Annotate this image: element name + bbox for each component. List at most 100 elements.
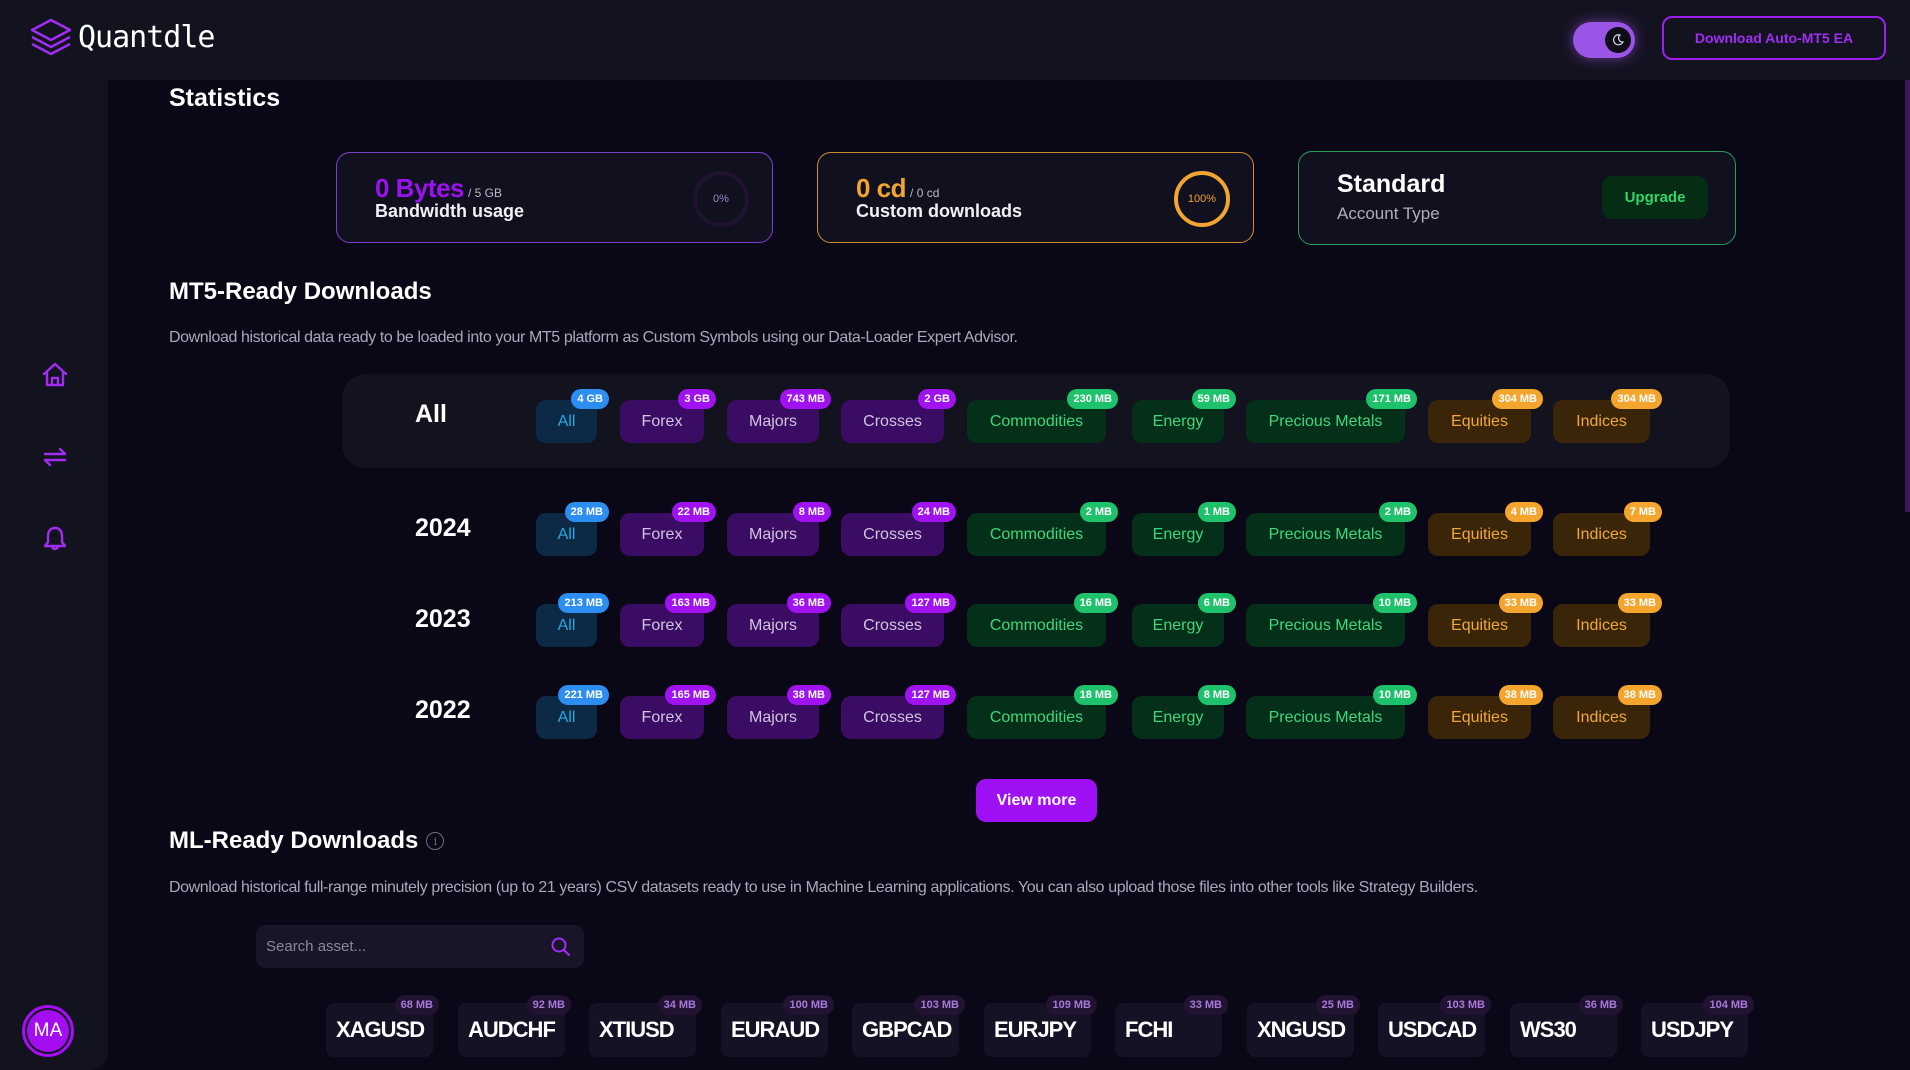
chip-label: Indices <box>1576 525 1627 543</box>
size-badge: 165 MB <box>665 685 716 705</box>
scrollbar-thumb[interactable] <box>1905 80 1910 512</box>
download-chip-majors[interactable]: Majors 36 MB <box>727 593 831 647</box>
download-chip-precious-metals[interactable]: Precious Metals 171 MB <box>1246 389 1417 443</box>
download-chip-indices[interactable]: Indices 7 MB <box>1553 502 1662 556</box>
download-chip-indices[interactable]: Indices 33 MB <box>1553 593 1662 647</box>
asset-card[interactable]: WS30 36 MB <box>1510 995 1623 1057</box>
download-chip-all[interactable]: All 221 MB <box>536 685 609 739</box>
download-chip-forex[interactable]: Forex 165 MB <box>620 685 716 739</box>
download-chip-majors[interactable]: Majors 743 MB <box>727 389 831 443</box>
chip-label: Majors <box>748 525 797 543</box>
size-badge: 36 MB <box>786 593 831 613</box>
search-icon[interactable] <box>550 936 572 958</box>
asset-name: XNGUSD <box>1257 1017 1346 1042</box>
download-chip-forex[interactable]: Forex 22 MB <box>620 502 716 556</box>
download-chip-crosses[interactable]: Crosses 2 GB <box>841 389 956 443</box>
chip-label: All <box>557 616 576 634</box>
view-more-button[interactable]: View more <box>976 779 1097 822</box>
download-chip-energy[interactable]: Energy 6 MB <box>1132 593 1236 647</box>
download-chip-all[interactable]: All 213 MB <box>536 593 609 647</box>
sidebar-item-transfer[interactable] <box>38 440 72 474</box>
asset-card[interactable]: XNGUSD 25 MB <box>1247 995 1360 1057</box>
asset-size-badge: 103 MB <box>914 995 965 1015</box>
bandwidth-card: 0 Bytes/ 5 GB Bandwidth usage 0% <box>336 152 773 243</box>
asset-card[interactable]: USDJPY 104 MB <box>1641 995 1754 1057</box>
download-chip-forex[interactable]: Forex 163 MB <box>620 593 716 647</box>
asset-size-badge: 92 MB <box>526 995 571 1015</box>
chip-label: Precious Metals <box>1268 708 1383 726</box>
account-type-label: Account Type <box>1337 204 1440 223</box>
download-chip-forex[interactable]: Forex 3 GB <box>620 389 716 443</box>
asset-name: AUDCHF <box>468 1017 556 1042</box>
bandwidth-progress-ring: 0% <box>693 171 749 227</box>
download-chip-commodities[interactable]: Commodities 16 MB <box>967 593 1118 647</box>
size-badge: 304 MB <box>1492 389 1543 409</box>
mt5-description: Download historical data ready to be loa… <box>169 329 1018 346</box>
download-chip-precious-metals[interactable]: Precious Metals 10 MB <box>1246 593 1417 647</box>
custom-downloads-used: 0 cd <box>856 173 907 203</box>
download-chip-majors[interactable]: Majors 38 MB <box>727 685 831 739</box>
asset-size-badge: 34 MB <box>657 995 702 1015</box>
download-chip-precious-metals[interactable]: Precious Metals 10 MB <box>1246 685 1417 739</box>
chip-label: Forex <box>641 616 683 634</box>
download-chip-crosses[interactable]: Crosses 127 MB <box>841 685 956 739</box>
chip-label: Indices <box>1576 412 1627 430</box>
download-chip-indices[interactable]: Indices 38 MB <box>1553 685 1662 739</box>
account-type-value: Standard <box>1337 170 1446 198</box>
sidebar-item-notifications[interactable] <box>38 522 72 556</box>
asset-size-badge: 68 MB <box>394 995 439 1015</box>
download-chip-indices[interactable]: Indices 304 MB <box>1553 389 1662 443</box>
size-badge: 24 MB <box>911 502 956 522</box>
download-chip-energy[interactable]: Energy 8 MB <box>1132 685 1236 739</box>
download-chip-precious-metals[interactable]: Precious Metals 2 MB <box>1246 502 1417 556</box>
asset-card[interactable]: FCHI 33 MB <box>1115 995 1228 1057</box>
asset-card[interactable]: EURAUD 100 MB <box>721 995 834 1057</box>
info-icon[interactable]: i <box>426 832 445 850</box>
asset-card[interactable]: XTIUSD 34 MB <box>589 995 702 1057</box>
row-label: 2024 <box>415 514 471 542</box>
asset-card[interactable]: USDCAD 103 MB <box>1378 995 1491 1057</box>
chip-label: Forex <box>641 525 683 543</box>
size-badge: 3 GB <box>678 389 716 409</box>
download-chip-majors[interactable]: Majors 8 MB <box>727 502 831 556</box>
download-chip-equities[interactable]: Equities 33 MB <box>1428 593 1543 647</box>
asset-card[interactable]: XAGUSD 68 MB <box>326 995 439 1057</box>
bandwidth-value: 0 Bytes/ 5 GB <box>375 173 502 204</box>
size-badge: 33 MB <box>1617 593 1662 613</box>
user-avatar[interactable]: MA <box>22 1005 74 1057</box>
asset-name: USDCAD <box>1388 1017 1477 1042</box>
upgrade-button[interactable]: Upgrade <box>1602 176 1708 219</box>
chip-label: Energy <box>1152 525 1204 543</box>
logo[interactable]: Quantdle <box>28 16 215 58</box>
download-chip-energy[interactable]: Energy 59 MB <box>1132 389 1236 443</box>
download-ea-button[interactable]: Download Auto-MT5 EA <box>1662 16 1886 60</box>
chip-label: Precious Metals <box>1268 525 1383 543</box>
asset-search-input[interactable] <box>266 925 536 968</box>
size-badge: 127 MB <box>905 685 956 705</box>
download-chip-equities[interactable]: Equities 38 MB <box>1428 685 1543 739</box>
sidebar-item-home[interactable] <box>38 358 72 392</box>
download-chip-equities[interactable]: Equities 4 MB <box>1428 502 1543 556</box>
asset-card[interactable]: AUDCHF 92 MB <box>458 995 571 1057</box>
download-chip-crosses[interactable]: Crosses 127 MB <box>841 593 956 647</box>
asset-name: XAGUSD <box>336 1017 425 1042</box>
size-badge: 127 MB <box>905 593 956 613</box>
asset-card[interactable]: EURJPY 109 MB <box>984 995 1097 1057</box>
transfer-icon <box>43 447 67 467</box>
download-chip-energy[interactable]: Energy 1 MB <box>1132 502 1236 556</box>
download-chip-equities[interactable]: Equities 304 MB <box>1428 389 1543 443</box>
theme-toggle[interactable] <box>1573 22 1635 58</box>
size-badge: 10 MB <box>1372 593 1417 613</box>
download-chip-commodities[interactable]: Commodities 2 MB <box>967 502 1118 556</box>
download-chip-all[interactable]: All 28 MB <box>536 502 609 556</box>
asset-size-badge: 33 MB <box>1183 995 1228 1015</box>
chip-label: Commodities <box>989 525 1084 543</box>
chip-label: Energy <box>1152 412 1204 430</box>
download-chip-crosses[interactable]: Crosses 24 MB <box>841 502 956 556</box>
chip-label: Indices <box>1576 708 1627 726</box>
download-chip-commodities[interactable]: Commodities 18 MB <box>967 685 1118 739</box>
download-chip-commodities[interactable]: Commodities 230 MB <box>967 389 1118 443</box>
download-chip-all[interactable]: All 4 GB <box>536 389 609 443</box>
chip-label: All <box>557 708 576 726</box>
asset-card[interactable]: GBPCAD 103 MB <box>852 995 965 1057</box>
